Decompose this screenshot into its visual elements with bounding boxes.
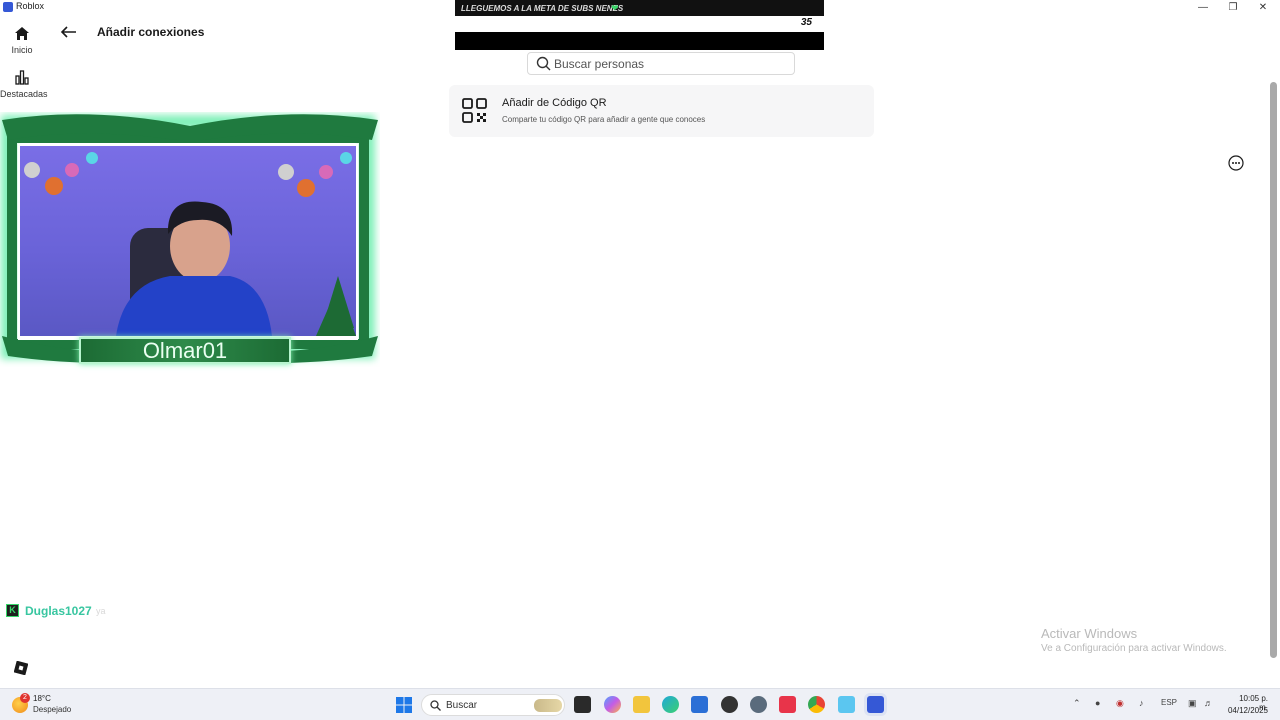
more-options-button[interactable] xyxy=(1228,155,1244,171)
scrollbar[interactable] xyxy=(1270,82,1277,658)
taskbar: 2 18°C Despejado Buscar ⌃ ● ◉ ♪ ESP ▣ ♬ … xyxy=(0,688,1280,720)
chrome-icon[interactable] xyxy=(808,696,825,713)
nav-featured[interactable]: Destacadas xyxy=(0,70,48,99)
chat-username: Duglas1027 xyxy=(25,604,92,618)
clock-date[interactable]: 04/12/2025 xyxy=(1224,706,1268,715)
add-from-qr-card[interactable]: Añadir de Código QR Comparte tu código Q… xyxy=(449,85,874,137)
qr-code-icon xyxy=(462,98,487,123)
settings-gear-icon[interactable] xyxy=(750,696,767,713)
taskbar-search[interactable]: Buscar xyxy=(421,694,565,716)
banner-text: LLEGUEMOS A LA META DE SUBS NENES xyxy=(461,4,624,13)
nav-home-label: Inicio xyxy=(11,45,33,55)
back-button[interactable] xyxy=(58,22,80,42)
microphone-icon[interactable]: ♪ xyxy=(1139,698,1144,708)
roblox-app-icon xyxy=(3,2,13,12)
window-title: Roblox xyxy=(16,1,45,11)
search-icon xyxy=(536,56,551,71)
stream-banner-overlay: LLEGUEMOS A LA META DE SUBS NENES ❤ 35 xyxy=(455,0,824,50)
maximize-button[interactable]: ❐ xyxy=(1218,0,1248,15)
windows-start-icon[interactable] xyxy=(396,697,412,713)
banner-count: 35 xyxy=(800,17,812,28)
streamer-name: Olmar01 xyxy=(142,338,228,363)
roblox-taskbar-icon[interactable] xyxy=(867,696,884,713)
task-view-icon[interactable] xyxy=(574,696,591,713)
minimize-button[interactable]: — xyxy=(1188,0,1218,15)
qr-card-subtitle: Comparte tu código QR para añadir a gent… xyxy=(502,115,706,124)
home-icon xyxy=(15,27,29,40)
bar-chart-icon xyxy=(15,70,29,85)
store-icon[interactable] xyxy=(691,696,708,713)
more-options-icon xyxy=(1228,155,1244,171)
qr-card-title: Añadir de Código QR xyxy=(502,97,607,109)
webcam-nameplate: Olmar01 xyxy=(79,337,291,364)
language-indicator[interactable]: ESP xyxy=(1161,698,1177,707)
copilot-icon[interactable] xyxy=(604,696,621,713)
nav-home[interactable]: Inicio xyxy=(0,26,44,55)
file-explorer-icon[interactable] xyxy=(633,696,650,713)
tray-app-icon[interactable]: ● xyxy=(1095,698,1100,708)
heart-icon: ❤ xyxy=(611,3,619,13)
weather-temperature: 18°C xyxy=(33,694,51,703)
roblox-logo-icon[interactable] xyxy=(14,661,28,675)
volume-icon[interactable]: ♬ xyxy=(1204,698,1213,708)
taskbar-search-label: Buscar xyxy=(446,700,478,711)
obs-icon[interactable] xyxy=(721,696,738,713)
close-button[interactable]: ✕ xyxy=(1248,0,1278,15)
webcam-video xyxy=(20,146,356,336)
arrow-left-icon xyxy=(60,26,76,38)
search-input[interactable] xyxy=(554,56,789,72)
tray-chevron-up-icon[interactable]: ⌃ xyxy=(1073,698,1081,709)
activate-windows-subtitle: Ve a Configuración para activar Windows. xyxy=(1041,643,1227,654)
activate-windows-title: Activar Windows xyxy=(1041,626,1138,641)
search-highlight-icon xyxy=(534,699,562,712)
search-icon xyxy=(430,700,441,711)
tiktok-icon[interactable] xyxy=(779,696,796,713)
network-icon[interactable]: ▣ xyxy=(1188,698,1197,709)
edge-icon[interactable] xyxy=(662,696,679,713)
page-title: Añadir conexiones xyxy=(97,25,205,39)
search-box[interactable] xyxy=(527,52,795,75)
weather-badge: 2 xyxy=(20,693,30,703)
weather-condition: Despejado xyxy=(33,705,72,714)
nav-featured-label: Destacadas xyxy=(0,89,48,99)
chat-message: ya xyxy=(96,606,106,616)
app-icon[interactable] xyxy=(838,696,855,713)
chat-badge-icon: K xyxy=(6,604,19,617)
webcam-scene xyxy=(24,152,356,336)
tray-antivirus-icon[interactable]: ◉ xyxy=(1116,698,1124,709)
